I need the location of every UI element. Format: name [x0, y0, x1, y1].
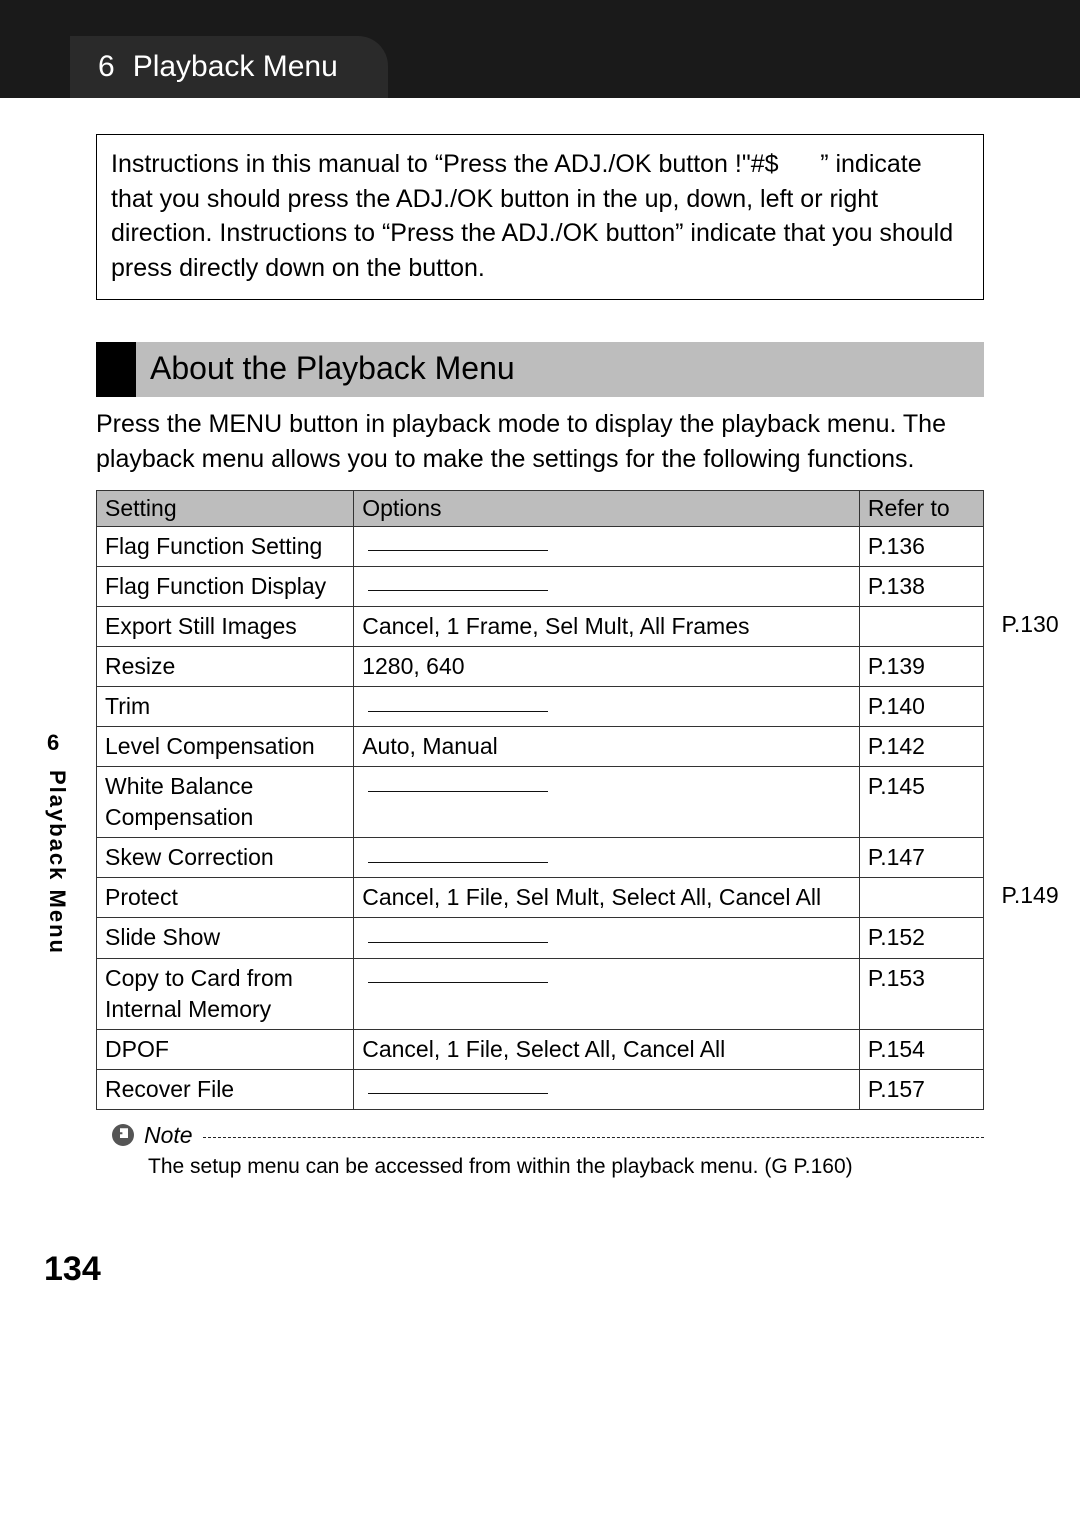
instruction-box: Instructions in this manual to “Press th…	[96, 134, 984, 300]
section-header: About the Playback Menu	[96, 342, 984, 397]
cell-options: 1280, 640	[354, 647, 860, 687]
cell-refer	[859, 607, 983, 647]
cell-refer: P.153	[859, 958, 983, 1029]
note-dash-line	[203, 1137, 984, 1138]
section-marker	[96, 342, 136, 397]
cell-refer: P.154	[859, 1029, 983, 1069]
table-row: Resize1280, 640P.139	[97, 647, 984, 687]
cell-refer: P.157	[859, 1069, 983, 1109]
margin-section-number: 6	[47, 730, 70, 756]
page-content: Instructions in this manual to “Press th…	[0, 98, 1080, 1179]
cell-setting: Recover File	[97, 1069, 354, 1109]
cell-options	[354, 918, 860, 958]
chapter-tab: 6 Playback Menu	[70, 36, 388, 98]
cell-refer: P.147	[859, 838, 983, 878]
cell-options	[354, 1069, 860, 1109]
cell-setting: DPOF	[97, 1029, 354, 1069]
cell-options	[354, 527, 860, 567]
cell-refer: P.145	[859, 767, 983, 838]
cell-options: Auto, Manual	[354, 727, 860, 767]
section-intro: Press the MENU button in playback mode t…	[96, 407, 984, 476]
chapter-header: 6 Playback Menu	[0, 0, 1080, 98]
cell-refer: P.152	[859, 918, 983, 958]
side-margin: 6 Playback Menu	[44, 730, 70, 961]
col-refer: Refer to	[859, 491, 983, 527]
note-text: The setup menu can be accessed from with…	[148, 1155, 984, 1179]
cell-refer: P.138	[859, 567, 983, 607]
cell-refer	[859, 878, 983, 918]
table-row: Copy to Card from Internal Memory P.153	[97, 958, 984, 1029]
cell-options: Cancel, 1 File, Sel Mult, Select All, Ca…	[354, 878, 860, 918]
cell-setting: Flag Function Display	[97, 567, 354, 607]
cell-refer: P.142	[859, 727, 983, 767]
cell-options	[354, 567, 860, 607]
cell-setting: Trim	[97, 687, 354, 727]
empty-options-dash	[368, 550, 548, 551]
empty-options-dash	[368, 711, 548, 712]
cell-options	[354, 958, 860, 1029]
cell-setting: Copy to Card from Internal Memory	[97, 958, 354, 1029]
cell-options: Cancel, 1 Frame, Sel Mult, All Frames	[354, 607, 860, 647]
cell-setting: Level Compensation	[97, 727, 354, 767]
table-row: Level CompensationAuto, ManualP.142	[97, 727, 984, 767]
table-row: White Balance Compensation P.145	[97, 767, 984, 838]
cell-setting: Slide Show	[97, 918, 354, 958]
section-title: About the Playback Menu	[136, 342, 984, 397]
table-row: Recover File P.157	[97, 1069, 984, 1109]
table-row: Trim P.140	[97, 687, 984, 727]
chapter-number: 6	[98, 50, 115, 83]
col-options: Options	[354, 491, 860, 527]
empty-options-dash	[368, 590, 548, 591]
empty-options-dash	[368, 791, 548, 792]
cell-setting: Protect	[97, 878, 354, 918]
cell-setting: White Balance Compensation	[97, 767, 354, 838]
note-icon	[112, 1124, 134, 1146]
table-row: Skew Correction P.147	[97, 838, 984, 878]
settings-table: Setting Options Refer to Flag Function S…	[96, 490, 984, 1110]
table-row: Flag Function Setting P.136	[97, 527, 984, 567]
overflow-refer: P.130	[1002, 611, 1059, 638]
cell-setting: Skew Correction	[97, 838, 354, 878]
empty-options-dash	[368, 982, 548, 983]
cell-refer: P.139	[859, 647, 983, 687]
margin-section-label: Playback Menu	[44, 770, 70, 955]
table-row: ProtectCancel, 1 File, Sel Mult, Select …	[97, 878, 984, 918]
table-row: DPOFCancel, 1 File, Select All, Cancel A…	[97, 1029, 984, 1069]
cell-refer: P.136	[859, 527, 983, 567]
note-label: Note	[144, 1122, 193, 1149]
page-number: 134	[44, 1250, 101, 1289]
empty-options-dash	[368, 1093, 548, 1094]
cell-options	[354, 687, 860, 727]
cell-setting: Resize	[97, 647, 354, 687]
cell-options	[354, 767, 860, 838]
col-setting: Setting	[97, 491, 354, 527]
cell-setting: Export Still Images	[97, 607, 354, 647]
cell-setting: Flag Function Setting	[97, 527, 354, 567]
table-row: Export Still ImagesCancel, 1 Frame, Sel …	[97, 607, 984, 647]
empty-options-dash	[368, 942, 548, 943]
table-row: Slide Show P.152	[97, 918, 984, 958]
overflow-refer: P.149	[1002, 882, 1059, 909]
cell-refer: P.140	[859, 687, 983, 727]
cell-options	[354, 838, 860, 878]
cell-options: Cancel, 1 File, Select All, Cancel All	[354, 1029, 860, 1069]
empty-options-dash	[368, 862, 548, 863]
table-row: Flag Function Display P.138	[97, 567, 984, 607]
note-header: Note	[112, 1122, 984, 1149]
chapter-title: Playback Menu	[133, 50, 338, 83]
